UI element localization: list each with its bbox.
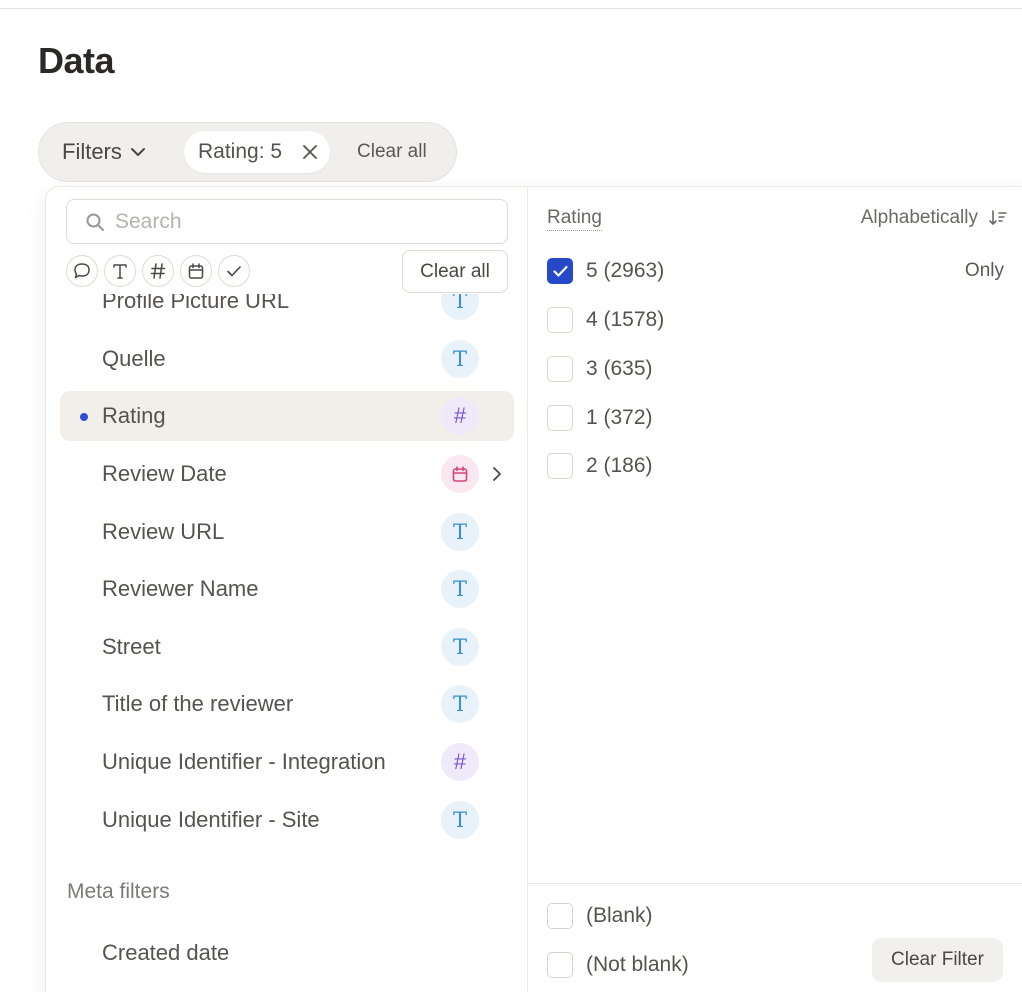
filter-panel: Clear all Profile Picture URL T Quelle T… [45, 186, 1022, 992]
checkbox-checked[interactable] [547, 258, 573, 284]
field-item-unique-identifier-integration[interactable]: Unique Identifier - Integration # [60, 737, 514, 787]
option-label: 1 (372) [586, 406, 653, 429]
option-label: 4 (1578) [586, 308, 665, 331]
field-item-quelle[interactable]: Quelle T [60, 334, 514, 384]
text-type-icon: T [441, 801, 479, 839]
text-type-icon: T [441, 294, 479, 320]
field-item-created-date[interactable]: Created date [60, 928, 514, 978]
checkbox[interactable] [547, 307, 573, 333]
clear-all-button[interactable]: Clear all [402, 250, 508, 293]
active-indicator-dot [80, 413, 88, 421]
filters-label: Filters [62, 139, 122, 164]
option-label: 5 (2963) [586, 259, 665, 282]
sort-label: Alphabetically [860, 207, 978, 228]
text-type-icon: T [441, 513, 479, 551]
field-label: Street [102, 634, 161, 659]
date-type-icon [441, 455, 479, 493]
filter-bar: Filters Rating: 5 Clear all [38, 122, 457, 182]
number-type-icon: # [441, 743, 479, 781]
checkbox[interactable] [547, 453, 573, 479]
value-picker-footer: (Blank) (Not blank) Clear Filter [528, 883, 1022, 992]
option-5[interactable]: 5 (2963) Only [547, 251, 1017, 291]
search-input[interactable] [115, 209, 495, 234]
field-label: Created date [102, 940, 230, 965]
comment-icon[interactable] [66, 255, 98, 287]
field-label: Unique Identifier - Site [102, 807, 320, 832]
option-3[interactable]: 3 (635) [547, 349, 1017, 389]
field-label: Reviewer Name [102, 576, 259, 601]
option-label: 2 (186) [586, 454, 653, 477]
hash-icon[interactable] [142, 255, 174, 287]
option-1[interactable]: 1 (372) [547, 398, 1017, 438]
field-item-review-url[interactable]: Review URL T [60, 507, 514, 557]
checkbox[interactable] [547, 356, 573, 382]
text-type-icon: T [441, 340, 479, 378]
field-item-street[interactable]: Street T [60, 622, 514, 672]
field-item-unique-identifier-site[interactable]: Unique Identifier - Site T [60, 795, 514, 845]
field-label: Review Date [102, 461, 227, 486]
option-blank[interactable]: (Blank) [547, 896, 1017, 936]
option-4[interactable]: 4 (1578) [547, 300, 1017, 340]
text-type-icon: T [441, 685, 479, 723]
option-2[interactable]: 2 (186) [547, 446, 1017, 486]
close-icon[interactable] [300, 142, 320, 162]
checkbox[interactable] [547, 903, 573, 929]
clear-filter-button[interactable]: Clear Filter [872, 938, 1003, 982]
option-label: 3 (635) [586, 357, 653, 380]
field-item-review-date[interactable]: Review Date [60, 449, 514, 499]
field-label: Review URL [102, 519, 225, 544]
field-item-reviewer-name[interactable]: Reviewer Name T [60, 564, 514, 614]
field-item-rating[interactable]: Rating # [60, 391, 514, 441]
only-button[interactable]: Only [965, 260, 1004, 282]
page-title: Data [38, 40, 115, 81]
calendar-icon[interactable] [180, 255, 212, 287]
chevron-right-icon[interactable] [487, 464, 507, 484]
field-picker: Clear all Profile Picture URL T Quelle T… [46, 187, 528, 992]
field-label: Title of the reviewer [102, 691, 294, 716]
option-label: (Not blank) [586, 953, 689, 976]
chevron-down-icon [130, 148, 145, 156]
search-icon [86, 213, 104, 231]
value-picker-title: Rating [547, 207, 602, 231]
clear-all-filters-button[interactable]: Clear all [357, 123, 427, 181]
sort-button[interactable]: Alphabetically [861, 207, 1008, 229]
option-not-blank[interactable]: (Not blank) [547, 945, 847, 985]
top-divider [0, 8, 1022, 9]
field-label: Unique Identifier - Integration [102, 749, 386, 774]
field-item-profile-picture-url[interactable]: Profile Picture URL T [60, 294, 514, 326]
field-label: Rating [102, 403, 166, 428]
type-filter-icons [66, 255, 250, 287]
field-item-title-of-reviewer[interactable]: Title of the reviewer T [60, 679, 514, 729]
active-filter-chip[interactable]: Rating: 5 [184, 131, 330, 173]
check-icon[interactable] [218, 255, 250, 287]
number-type-icon: # [441, 397, 479, 435]
checkbox[interactable] [547, 405, 573, 431]
sort-descending-icon [989, 210, 1007, 225]
text-type-icon: T [441, 570, 479, 608]
value-picker: Rating Alphabetically 5 (2963) Only 4 (1… [528, 187, 1022, 992]
field-label: Profile Picture URL [102, 294, 290, 313]
field-label: Quelle [102, 346, 166, 371]
meta-filters-heading: Meta filters [67, 880, 170, 903]
text-icon[interactable] [104, 255, 136, 287]
text-type-icon: T [441, 628, 479, 666]
filters-dropdown-button[interactable]: Filters [62, 123, 148, 181]
option-label: (Blank) [586, 904, 653, 927]
chip-label: Rating: 5 [198, 140, 283, 163]
search-box[interactable] [66, 199, 508, 244]
checkbox[interactable] [547, 952, 573, 978]
